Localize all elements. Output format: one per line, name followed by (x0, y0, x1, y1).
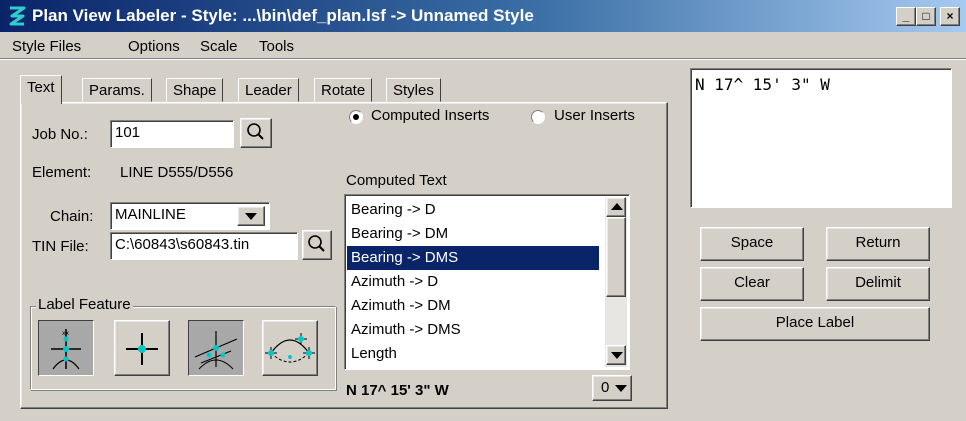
magnifier-icon (247, 123, 264, 140)
tab-label: Rotate (321, 82, 366, 99)
list-item[interactable]: Bearing -> DM (347, 222, 599, 246)
place-label-button-label: Place Label (775, 314, 855, 331)
computed-text-list[interactable]: Bearing -> D Bearing -> DM Bearing -> DM… (344, 194, 630, 370)
chain-label: Chain: (50, 208, 94, 225)
tab-label: Styles (393, 82, 434, 99)
title-bar[interactable]: Plan View Labeler - Style: ...\bin\def_p… (0, 0, 966, 32)
tab-label: Leader (245, 82, 292, 99)
close-button[interactable]: × (940, 7, 960, 26)
window-title: Plan View Labeler - Style: ...\bin\def_p… (32, 6, 534, 25)
menu-options[interactable]: Options (128, 38, 180, 55)
element-label: Element: (32, 164, 92, 181)
list-item[interactable]: Length (347, 342, 599, 366)
menu-tools[interactable]: Tools (259, 38, 294, 55)
point-feature-icon: xx (51, 329, 81, 370)
maximize-icon: □ (922, 9, 930, 23)
tab-params[interactable]: Params. (82, 78, 152, 102)
space-button-label: Space (730, 234, 774, 251)
magnifier-icon (308, 235, 325, 252)
label-feature-title: Label Feature (36, 296, 133, 313)
precision-dropdown[interactable]: 0 (592, 375, 632, 401)
user-inserts-radio[interactable] (531, 110, 545, 124)
precision-value: 0 (601, 379, 610, 396)
tab-text[interactable]: Text (20, 75, 62, 104)
svg-text:xx: xx (62, 330, 70, 337)
return-button[interactable]: Return (826, 227, 930, 261)
computed-inserts-label: Computed Inserts (371, 107, 490, 124)
list-item[interactable]: Bearing -> D (347, 198, 599, 222)
tin-file-value: C:\60843\s60843.tin (115, 236, 250, 253)
chain-select[interactable]: MAINLINE (110, 202, 270, 230)
tab-leader[interactable]: Leader (238, 78, 299, 102)
menu-bar: Style Files Options Scale Tools (0, 34, 966, 58)
chevron-down-icon (615, 385, 627, 392)
list-scrollbar[interactable] (605, 197, 627, 367)
minimize-button[interactable]: _ (896, 7, 916, 26)
scroll-thumb[interactable] (606, 217, 626, 297)
clear-button[interactable]: Clear (700, 267, 804, 301)
job-search-button[interactable] (240, 118, 272, 148)
tin-file-input[interactable]: C:\60843\s60843.tin (110, 232, 298, 260)
minimize-icon: _ (902, 9, 910, 23)
tab-styles[interactable]: Styles (386, 78, 441, 102)
tab-rotate[interactable]: Rotate (314, 78, 373, 102)
clear-button-label: Clear (734, 274, 770, 291)
tab-shape[interactable]: Shape (166, 78, 224, 102)
curve-feature-icon (265, 333, 315, 363)
chain-dropdown-button[interactable] (237, 206, 265, 226)
line-feature-icon (194, 331, 238, 370)
job-number-value: 101 (115, 124, 141, 141)
tin-file-label: TIN File: (32, 238, 89, 255)
feature-node-button[interactable] (114, 320, 170, 376)
list-item[interactable]: Azimuth -> DMS (347, 318, 599, 342)
menu-style-files[interactable]: Style Files (12, 38, 81, 55)
job-number-input[interactable]: 101 (110, 120, 234, 148)
user-inserts-label: User Inserts (554, 107, 635, 124)
menu-divider (0, 58, 966, 60)
element-value: LINE D555/D556 (120, 164, 234, 181)
list-item[interactable]: Azimuth -> DM (347, 294, 599, 318)
place-label-button[interactable]: Place Label (700, 307, 930, 341)
tin-browse-button[interactable] (302, 230, 332, 260)
space-button[interactable]: Space (700, 227, 804, 261)
chevron-down-icon (245, 213, 257, 220)
feature-curve-button[interactable] (262, 320, 318, 376)
delimit-button[interactable]: Delimit (826, 267, 930, 301)
label-text-editor[interactable]: N 17^ 15' 3" W (690, 68, 952, 208)
tab-label: Shape (173, 82, 217, 99)
node-feature-icon (126, 333, 158, 365)
tab-label: Text (27, 79, 55, 96)
label-text-value: N 17^ 15' 3" W (695, 75, 830, 94)
job-number-label: Job No.: (32, 126, 88, 143)
arrow-down-icon (611, 352, 623, 359)
arrow-up-icon (611, 203, 623, 210)
chain-value: MAINLINE (115, 206, 186, 223)
list-item[interactable]: Azimuth -> D (347, 270, 599, 294)
feature-point-button[interactable]: xx (38, 320, 94, 376)
feature-line-button[interactable] (188, 320, 244, 376)
tab-label: Params. (89, 82, 145, 99)
computed-value-preview: N 17^ 15' 3" W (346, 382, 449, 399)
app-logo-icon (9, 6, 26, 26)
maximize-button[interactable]: □ (916, 7, 936, 26)
computed-inserts-radio[interactable] (349, 110, 363, 124)
list-item-selected[interactable]: Bearing -> DMS (347, 246, 599, 270)
computed-text-label: Computed Text (346, 172, 447, 189)
scroll-down-button[interactable] (606, 345, 626, 365)
close-icon: × (946, 9, 954, 23)
return-button-label: Return (855, 234, 901, 251)
menu-scale[interactable]: Scale (200, 38, 238, 55)
scroll-up-button[interactable] (606, 197, 626, 217)
delimit-button-label: Delimit (855, 274, 901, 291)
